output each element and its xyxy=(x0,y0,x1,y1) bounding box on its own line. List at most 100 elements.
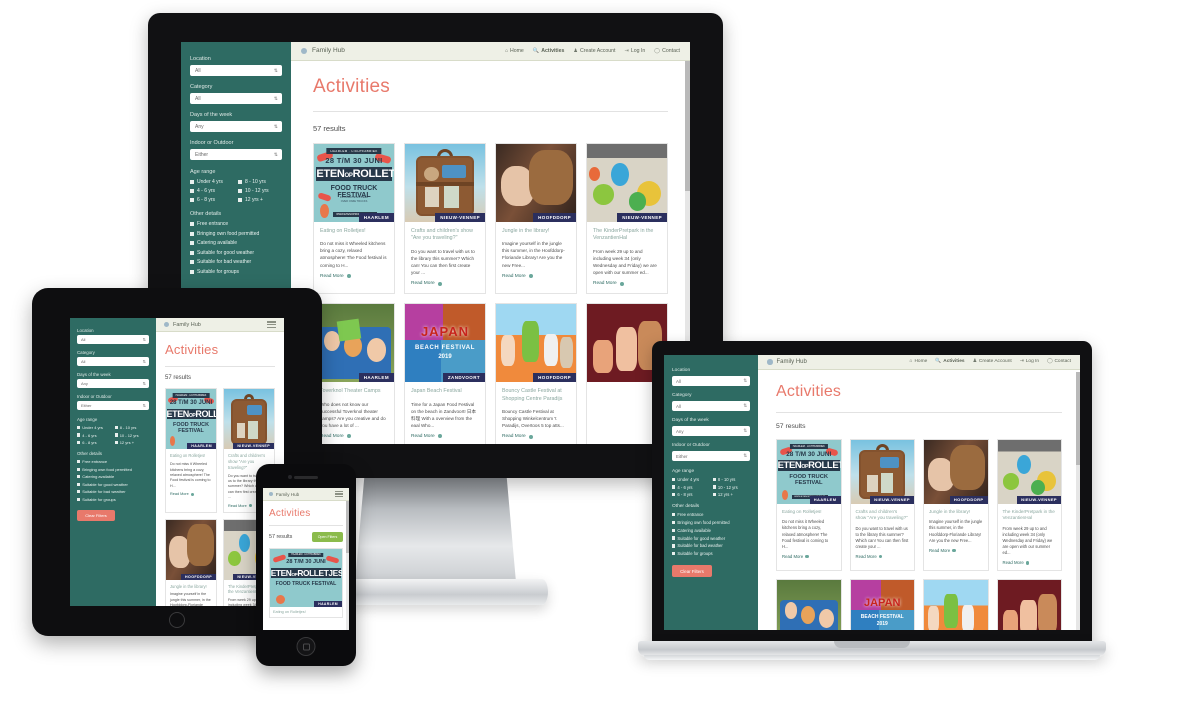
checkbox-icon[interactable] xyxy=(672,492,676,497)
brand[interactable]: Family Hub xyxy=(767,359,807,365)
nav-item-home[interactable]: ⌂ Home xyxy=(505,48,524,54)
other-option[interactable]: Catering available xyxy=(77,474,149,479)
age-option[interactable]: 12 yrs + xyxy=(114,440,150,445)
card-title[interactable]: Toverknol Theater Camps xyxy=(320,388,388,395)
checkbox-icon[interactable] xyxy=(190,198,194,202)
read-more-link[interactable]: Read More xyxy=(502,434,570,439)
days-select[interactable]: Any ⇅ xyxy=(77,379,149,388)
read-more-link[interactable]: Read More xyxy=(411,281,479,286)
read-more-link[interactable]: Read More xyxy=(170,492,212,496)
brand[interactable]: Family Hub xyxy=(269,492,299,497)
other-option[interactable]: Free entrance xyxy=(672,512,750,517)
activity-card[interactable]: JAPAN BEACH FESTIVAL 2019 ZANDVOORT Japa… xyxy=(849,579,915,630)
checkbox-icon[interactable] xyxy=(114,425,118,430)
checkbox-icon[interactable] xyxy=(238,198,242,202)
brand[interactable]: Family Hub xyxy=(164,322,201,328)
read-more-link[interactable]: Read More xyxy=(320,274,388,279)
card-title[interactable]: The KinderPretpark in the VenzantienHal xyxy=(593,228,661,243)
checkbox-icon[interactable] xyxy=(77,433,81,437)
read-more-link[interactable]: Read More xyxy=(320,434,388,439)
age-option[interactable]: 6 - 8 yrs xyxy=(190,197,234,203)
activity-card[interactable]: HOOFDDORP Jungle in the library! Imagine… xyxy=(495,142,577,295)
open-filters-button[interactable]: Open Filters xyxy=(312,532,343,542)
activity-card[interactable] xyxy=(996,579,1062,630)
other-option[interactable]: Bringing own food permitted xyxy=(672,520,750,525)
category-select[interactable]: All ⇅ xyxy=(672,401,750,411)
other-option[interactable]: Free entrance xyxy=(190,221,282,227)
nav-item-contact[interactable]: ◯ Contact xyxy=(654,48,680,54)
checkbox-icon[interactable] xyxy=(77,490,81,494)
checkbox-icon[interactable] xyxy=(672,520,676,525)
read-more-link[interactable]: Read More xyxy=(1003,560,1057,565)
activity-card[interactable]: HOOFDDORP Jungle in the library! Imagine… xyxy=(923,438,989,572)
activity-card[interactable]: NIEUW-VENNEP The KinderPretpark in the V… xyxy=(586,142,668,295)
age-option[interactable]: 6 - 8 yrs xyxy=(77,440,112,445)
scrollbar-thumb[interactable] xyxy=(1076,372,1080,465)
card-title[interactable]: Eating on Rolletjes! xyxy=(170,453,212,459)
brand[interactable]: Family Hub xyxy=(301,47,345,54)
nav-item-create-account[interactable]: ♟ Create Account xyxy=(573,48,615,54)
checkbox-icon[interactable] xyxy=(190,189,194,193)
card-title[interactable]: Crafts and children's show "Are you trav… xyxy=(411,228,479,243)
tablet-home-button[interactable] xyxy=(169,612,185,628)
age-option[interactable]: 4 - 6 yrs xyxy=(190,188,234,194)
scrollbar-thumb[interactable] xyxy=(346,501,349,553)
other-option[interactable]: Suitable for bad weather xyxy=(672,543,750,548)
checkbox-icon[interactable] xyxy=(190,260,194,264)
checkbox-icon[interactable] xyxy=(238,180,242,184)
checkbox-icon[interactable] xyxy=(114,433,118,437)
read-more-link[interactable]: Read More xyxy=(411,434,479,439)
age-option[interactable]: 10 - 12 yrs xyxy=(712,485,751,490)
activity-card[interactable]: NIEUW-VENNEP Crafts and children's show … xyxy=(849,438,915,572)
checkbox-icon[interactable] xyxy=(77,425,81,430)
category-select[interactable]: All ⇅ xyxy=(77,357,149,366)
checkbox-icon[interactable] xyxy=(672,512,676,517)
category-select[interactable]: All ⇅ xyxy=(190,93,282,104)
checkbox-icon[interactable] xyxy=(114,440,118,445)
age-option[interactable]: 10 - 12 yrs xyxy=(238,188,282,194)
scrollbar-thumb[interactable] xyxy=(685,61,690,192)
checkbox-icon[interactable] xyxy=(77,459,81,464)
activity-card[interactable]: HAARLEM · LICHTFABRIEK 28 T/M 30 JUNI ET… xyxy=(776,438,842,572)
checkbox-icon[interactable] xyxy=(712,492,716,497)
read-more-link[interactable]: Read More xyxy=(593,281,661,286)
days-select[interactable]: Any ⇅ xyxy=(190,121,282,132)
read-more-link[interactable]: Read More xyxy=(782,554,836,559)
checkbox-icon[interactable] xyxy=(77,482,81,486)
age-option[interactable]: 10 - 12 yrs xyxy=(114,433,150,438)
page-scrollbar[interactable] xyxy=(346,501,349,630)
age-option[interactable]: 12 yrs + xyxy=(238,197,282,203)
checkbox-icon[interactable] xyxy=(190,250,194,255)
checkbox-icon[interactable] xyxy=(672,477,676,482)
read-more-link[interactable]: Read More xyxy=(856,554,910,559)
activity-card[interactable]: HAARLEM · LICHTFABRIEK 28 T/M 30 JUNI ET… xyxy=(269,548,343,618)
other-option[interactable]: Suitable for bad weather xyxy=(77,489,149,494)
checkbox-icon[interactable] xyxy=(77,467,81,471)
checkbox-icon[interactable] xyxy=(672,551,676,556)
checkbox-icon[interactable] xyxy=(190,222,194,226)
age-option[interactable]: Under 4 yrs xyxy=(190,179,234,185)
card-title[interactable]: The KinderPretpark in the VenzantienHal xyxy=(1003,509,1057,522)
activity-card[interactable]: HOOFDDORP Bouncy Castle Festival at Shop… xyxy=(923,579,989,630)
other-option[interactable]: Suitable for groups xyxy=(77,497,149,502)
checkbox-icon[interactable] xyxy=(190,180,194,184)
age-option[interactable]: 4 - 6 yrs xyxy=(77,433,112,438)
clear-filters-button[interactable]: Clear Filters xyxy=(77,509,115,521)
checkbox-icon[interactable] xyxy=(672,544,676,548)
other-option[interactable]: Suitable for good weather xyxy=(190,250,282,256)
nav-item-activities[interactable]: 🔍 Activities xyxy=(533,48,565,54)
card-title[interactable]: Jungle in the library! xyxy=(929,509,983,515)
other-option[interactable]: Suitable for good weather xyxy=(672,536,750,541)
nav-item-activities[interactable]: 🔍 Activities xyxy=(935,359,964,364)
checkbox-icon[interactable] xyxy=(672,485,676,489)
nav-item-contact[interactable]: ◯ Contact xyxy=(1047,359,1071,364)
location-select[interactable]: All ⇅ xyxy=(77,335,149,344)
card-title[interactable]: Bouncy Castle Festival at Shopping Centr… xyxy=(502,388,570,403)
nav-item-create-account[interactable]: ♟ Create Account xyxy=(973,359,1012,364)
nav-item-log-in[interactable]: ⇥ Log In xyxy=(1020,359,1039,364)
activity-card[interactable]: JAPAN BEACH FESTIVAL 2019 ZANDVOORT Japa… xyxy=(404,303,486,444)
checkbox-icon[interactable] xyxy=(77,497,81,502)
age-option[interactable]: 4 - 6 yrs xyxy=(672,485,710,490)
card-title[interactable]: Jungle in the library! xyxy=(170,584,212,590)
location-select[interactable]: All ⇅ xyxy=(672,376,750,386)
